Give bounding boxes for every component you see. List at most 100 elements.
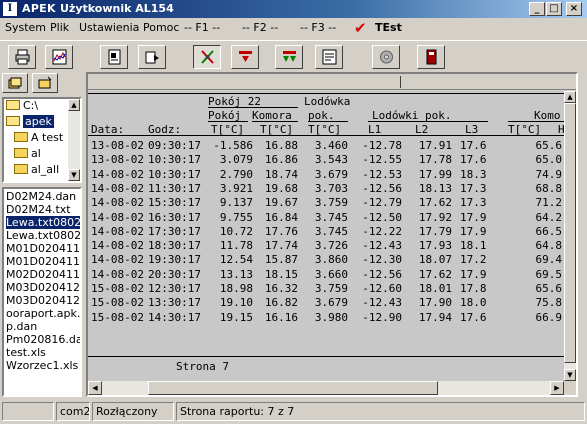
- table-cell: 17.6: [460, 310, 487, 324]
- file-item-selected[interactable]: Lewa.txt0802.d: [6, 216, 80, 229]
- tree-item-a-test[interactable]: A test: [14, 131, 63, 147]
- chart-button[interactable]: [45, 45, 73, 69]
- check-icon: ✔: [354, 19, 367, 37]
- table-cell: -12.50: [362, 210, 402, 224]
- menu-test[interactable]: TEst: [375, 21, 402, 34]
- status-port: com2: [56, 402, 90, 421]
- chart-icon: [52, 49, 67, 65]
- table-cell: 17.9: [460, 210, 487, 224]
- close-button[interactable]: ×: [566, 2, 582, 16]
- disc-icon: [380, 50, 393, 64]
- file-item[interactable]: test.xls: [6, 346, 46, 359]
- report-hscrollbar[interactable]: ◀ ▶: [88, 381, 564, 395]
- report-vscrollbar[interactable]: ▲ ▼: [564, 91, 576, 381]
- report-button[interactable]: [315, 45, 343, 69]
- header-underline: [368, 121, 488, 122]
- file-item[interactable]: p.dan: [6, 320, 37, 333]
- device-icon: [426, 49, 437, 65]
- download-green-button[interactable]: [275, 45, 303, 69]
- table-cell: -12.90: [362, 310, 402, 324]
- table-cell: -12.55: [362, 153, 402, 167]
- device-button[interactable]: [417, 45, 445, 69]
- table-cell: 16.82: [264, 296, 298, 310]
- table-cell: 16.84: [264, 210, 298, 224]
- table-cell: 11.78: [219, 239, 253, 253]
- tree-drive[interactable]: C:\: [6, 99, 38, 115]
- menu-ustawienia[interactable]: Ustawienia: [79, 21, 139, 34]
- menu-f3[interactable]: -- F3 --: [300, 21, 336, 34]
- file-item[interactable]: Pm020816.dan: [6, 333, 80, 346]
- file-item[interactable]: Wzorzec1.xls: [6, 359, 78, 372]
- file-item[interactable]: M01D020411.c: [6, 242, 80, 255]
- table-cell: 18:30:17: [148, 239, 201, 253]
- table-cell: 16.88: [264, 139, 298, 152]
- hscroll-thumb[interactable]: [148, 381, 438, 395]
- table-cell: 14-08-02: [91, 239, 144, 253]
- file-list[interactable]: D02M24.dan D02M24.txt Lewa.txt0802.d Lew…: [2, 187, 82, 397]
- new-folder-button[interactable]: [32, 73, 58, 93]
- export-button[interactable]: [138, 45, 166, 69]
- toolbar: [0, 40, 587, 70]
- table-cell: 16:30:17: [148, 210, 201, 224]
- menu-f1[interactable]: -- F1 --: [184, 21, 220, 34]
- status-empty: [2, 402, 54, 421]
- header-underline: [508, 121, 564, 122]
- download-red-button[interactable]: [231, 45, 259, 69]
- scroll-down-icon[interactable]: ▼: [68, 169, 80, 181]
- table-cell: 3.921: [219, 181, 253, 195]
- scroll-right-icon[interactable]: ▶: [550, 381, 564, 395]
- table-cell: 3.759: [314, 282, 348, 295]
- table-row: 14-08-02 11:30:17 3.921 19.68 3.703 -12.56 18.…: [88, 182, 564, 195]
- menu-f2[interactable]: -- F2 --: [242, 21, 278, 34]
- tree-item-al[interactable]: al: [14, 147, 41, 163]
- cancel-tools-button[interactable]: [193, 45, 221, 69]
- table-cell: 65.6: [535, 282, 563, 295]
- tree-item-al-all[interactable]: al_all: [14, 163, 59, 179]
- table-cell: 15-08-02: [91, 296, 144, 310]
- file-item[interactable]: M03D020412.c: [6, 281, 80, 294]
- table-cell: 3.726: [314, 239, 348, 253]
- scroll-up-icon[interactable]: ▲: [564, 91, 576, 103]
- scroll-up-icon[interactable]: ▲: [68, 99, 80, 111]
- table-cell: 17.76: [264, 224, 298, 238]
- table-cell: 10.72: [219, 224, 253, 238]
- table-cell: 3.079: [219, 153, 253, 167]
- table-cell: -12.78: [362, 139, 402, 152]
- tree-item-apek[interactable]: apek: [6, 115, 54, 131]
- file-item[interactable]: D02M24.txt: [6, 203, 71, 216]
- table-cell: 3.543: [314, 153, 348, 167]
- scroll-left-icon[interactable]: ◀: [88, 381, 102, 395]
- disc-button[interactable]: [372, 45, 400, 69]
- file-item[interactable]: ooraport.apk.rtf: [6, 307, 80, 320]
- tree-scrollbar[interactable]: ▲ ▼: [68, 99, 80, 181]
- scroll-thumb[interactable]: [564, 103, 576, 363]
- table-cell: 19.10: [219, 296, 253, 310]
- maximize-button[interactable]: □: [546, 2, 562, 16]
- file-item[interactable]: D02M24.dan: [6, 190, 76, 203]
- table-cell: 3.745: [314, 224, 348, 238]
- menu-system[interactable]: System: [5, 21, 46, 34]
- document-button[interactable]: [100, 45, 128, 69]
- minimize-button[interactable]: _: [529, 2, 545, 16]
- table-cell: -12.56: [362, 267, 402, 281]
- file-item[interactable]: Lewa.txt0802.d: [6, 229, 80, 242]
- menu-pomoc[interactable]: Pomoc: [143, 21, 179, 34]
- table-cell: 13-08-02: [91, 139, 144, 152]
- file-item[interactable]: M03D020412.c: [6, 294, 80, 307]
- scroll-down-icon[interactable]: ▼: [564, 369, 576, 381]
- table-cell: 16.16: [264, 310, 298, 324]
- table-cell: 17.74: [264, 239, 298, 253]
- file-item[interactable]: M01D020411.c: [6, 255, 80, 268]
- header-underline: [208, 121, 248, 122]
- copy-folder-button[interactable]: [2, 73, 28, 93]
- table-cell: 18.1: [460, 239, 487, 253]
- table-cell: 3.460: [314, 139, 348, 152]
- table-cell: 13-08-02: [91, 153, 144, 167]
- print-button[interactable]: [8, 45, 36, 69]
- table-cell: -12.60: [362, 282, 402, 295]
- menu-plik[interactable]: Plik: [50, 21, 69, 34]
- table-cell: 11:30:17: [148, 181, 201, 195]
- file-item[interactable]: M02D020411.c: [6, 268, 80, 281]
- folder-icon: [14, 164, 28, 174]
- folder-tree[interactable]: C:\ apek A test al al_all ▲ ▼: [2, 97, 82, 183]
